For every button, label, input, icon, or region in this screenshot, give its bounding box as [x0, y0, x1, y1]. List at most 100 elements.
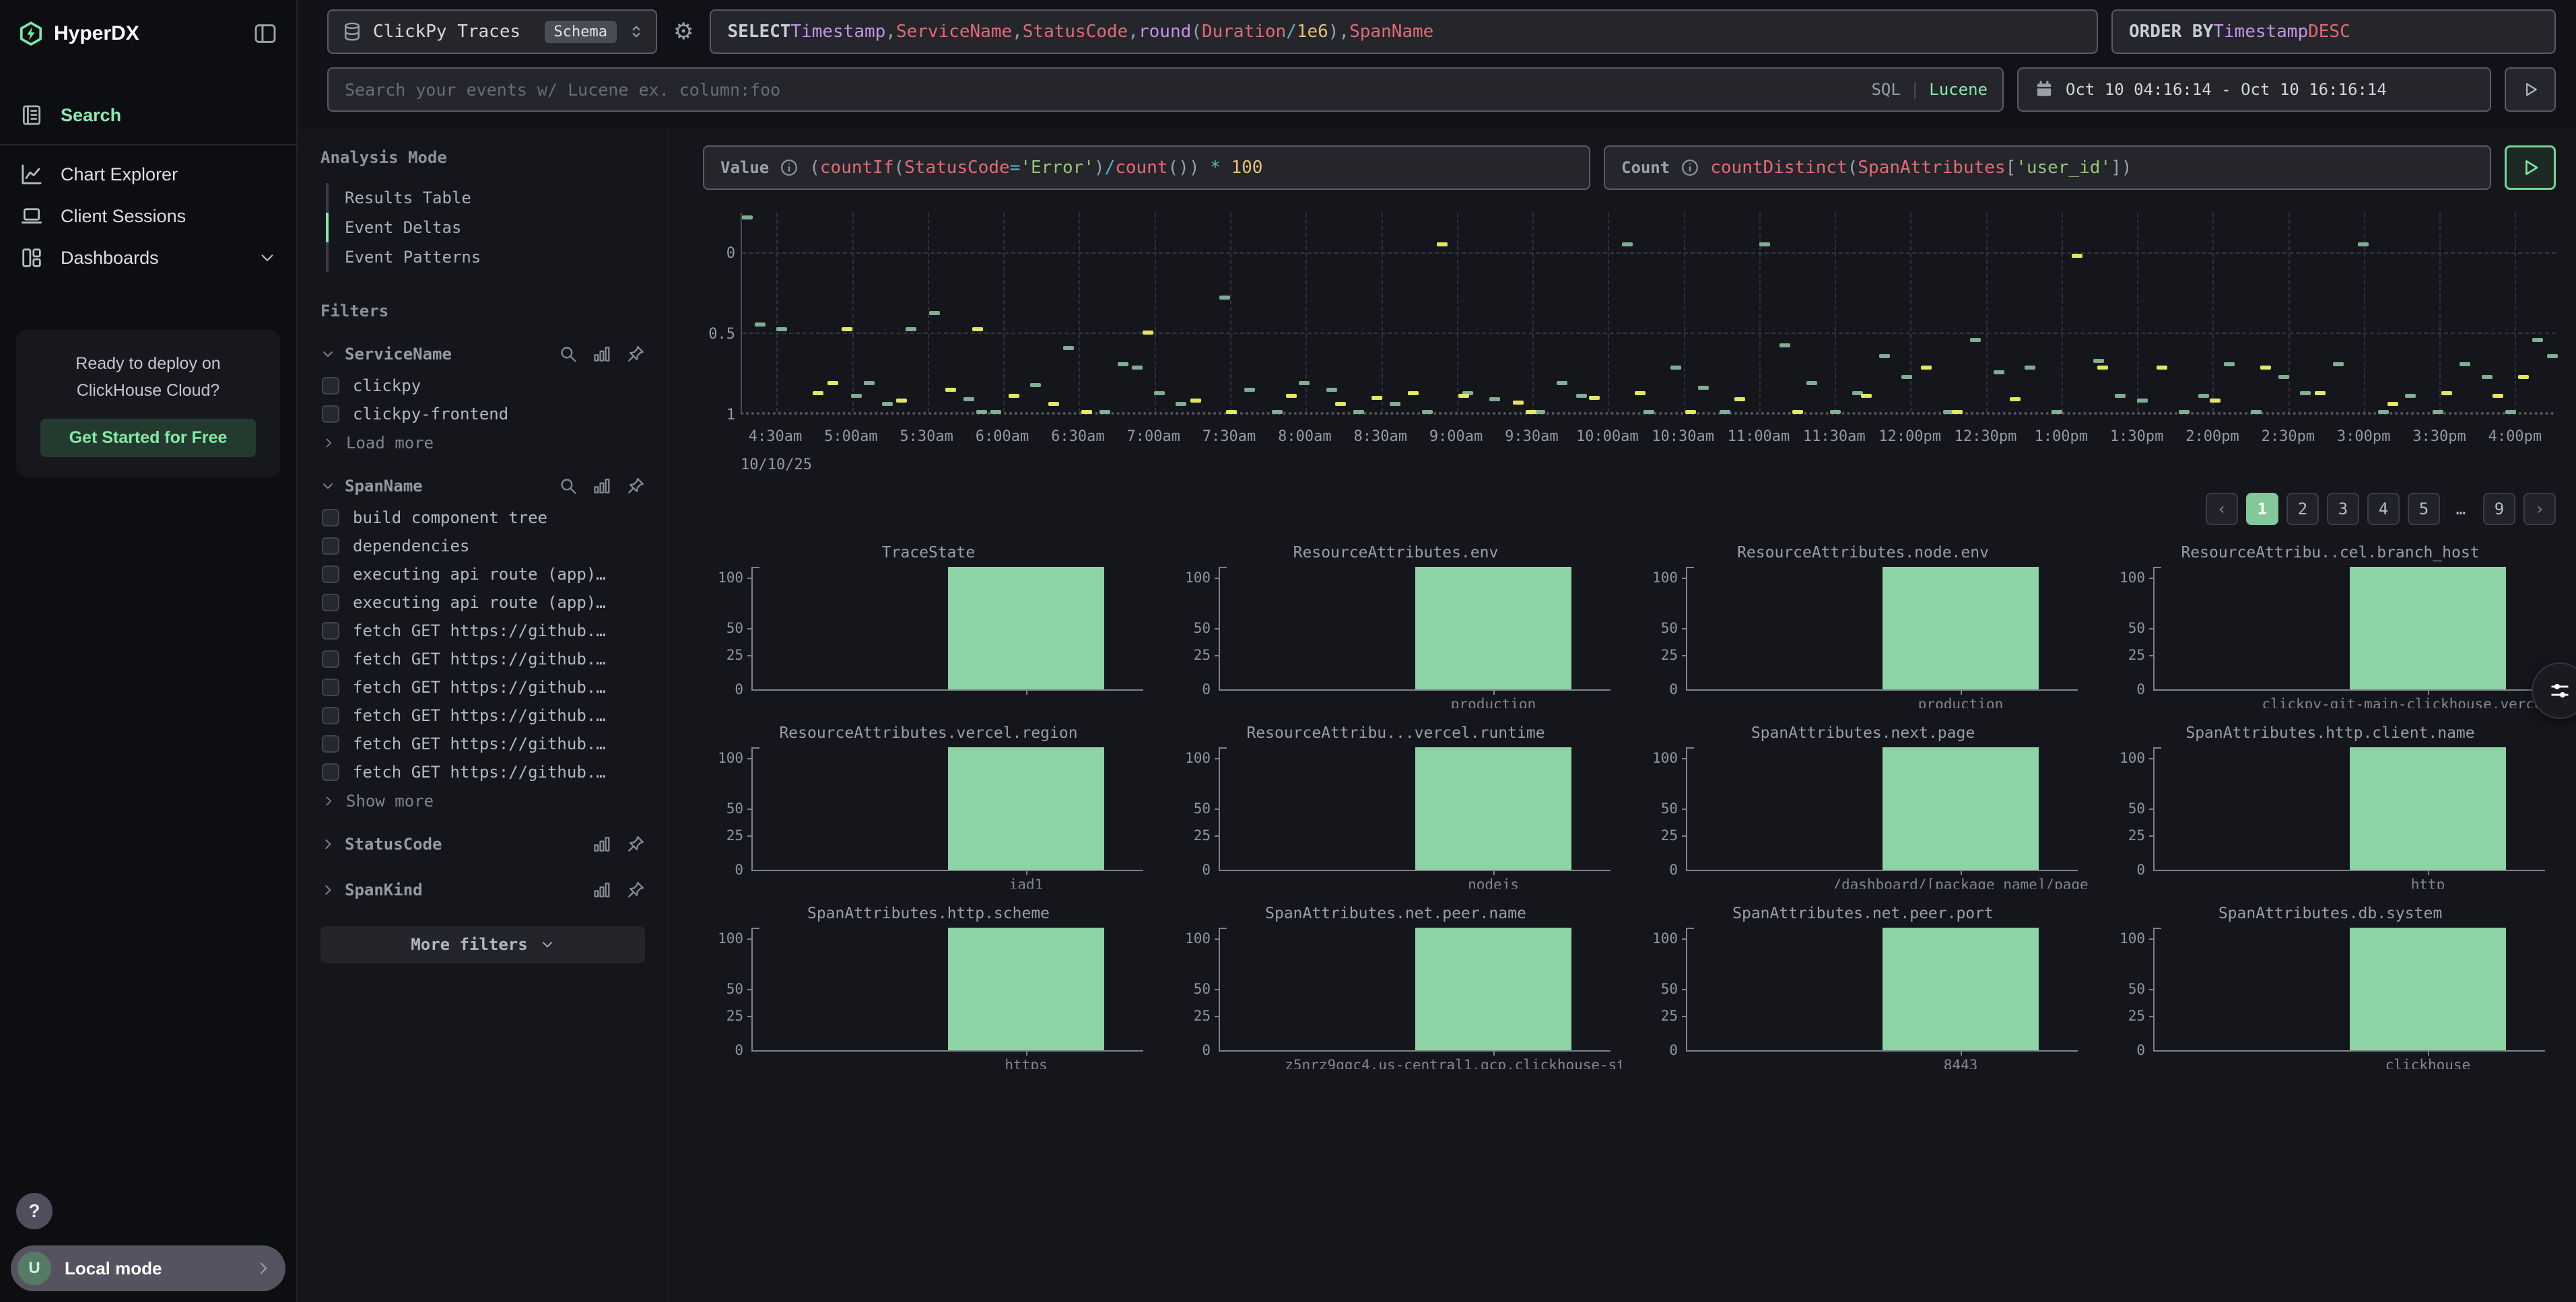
order-by-editor[interactable]: ORDER BY Timestamp DESC [2111, 9, 2556, 54]
page-button-4[interactable]: 4 [2367, 493, 2400, 525]
filter-option[interactable]: dependencies [320, 532, 645, 560]
pin-icon[interactable] [626, 477, 645, 495]
y-tick-label: 50 [1661, 800, 1678, 817]
y-tick-label: 50 [2128, 981, 2145, 997]
data-mark [2518, 375, 2529, 379]
filter-group-header[interactable]: StatusCode [320, 827, 645, 862]
filter-option[interactable]: fetch GET https://github.… [320, 645, 645, 673]
checkbox[interactable] [322, 650, 339, 668]
checkbox[interactable] [322, 707, 339, 724]
count-expression-field[interactable]: Count countDistinct(SpanAttributes['user… [1604, 145, 2491, 190]
account-menu[interactable]: U Local mode [11, 1245, 285, 1291]
bar-chart-icon[interactable] [592, 835, 611, 854]
filter-group-header[interactable]: SpanName [320, 469, 645, 504]
hyperdx-app: HyperDX SearchChart ExplorerClient Sessi… [0, 0, 2576, 1302]
date-range-picker[interactable]: Oct 10 04:16:14 - Oct 10 16:16:14 [2017, 67, 2491, 112]
page-button-5[interactable]: 5 [2408, 493, 2440, 525]
sidebar-collapse-icon[interactable] [253, 22, 277, 46]
checkbox[interactable] [322, 622, 339, 640]
get-started-button[interactable]: Get Started for Free [40, 419, 256, 457]
analysis-mode-event-deltas[interactable]: Event Deltas [326, 213, 645, 242]
more-filters-button[interactable]: More filters [320, 926, 645, 963]
sidebar-item-client-sessions[interactable]: Client Sessions [0, 195, 296, 237]
filter-option[interactable]: fetch GET https://github.… [320, 617, 645, 645]
data-mark [2300, 391, 2311, 395]
chart-plot: 10050250z5nrz9qgc4.us-central1.gcp.click… [1219, 928, 1611, 1052]
y-tick [1215, 835, 1220, 837]
filter-option-label: fetch GET https://github.… [353, 621, 606, 640]
bar-chart-icon[interactable] [592, 881, 611, 899]
page-button-9[interactable]: 9 [2483, 493, 2515, 525]
bar-chart-icon[interactable] [592, 477, 611, 495]
checkbox[interactable] [322, 405, 339, 423]
data-mark [2198, 394, 2209, 398]
y-tick [1215, 809, 1220, 810]
value-expression-field[interactable]: Value (countIf(StatusCode='Error')/count… [703, 145, 1590, 190]
filter-option[interactable]: fetch GET https://github.… [320, 673, 645, 701]
pin-icon[interactable] [626, 881, 645, 899]
search-input[interactable] [327, 67, 2004, 112]
load-more-button[interactable]: Load more [320, 428, 645, 458]
gear-icon[interactable]: ⚙ [671, 18, 696, 45]
filter-option[interactable]: clickpy [320, 372, 645, 400]
chart-plot: 10050250http [2153, 747, 2545, 871]
data-mark [755, 322, 766, 327]
run-query-button[interactable] [2505, 145, 2556, 190]
filter-option[interactable]: fetch GET https://github.… [320, 701, 645, 730]
code-token: SpanAttributes [1858, 158, 2005, 178]
filter-group-header[interactable]: SpanKind [320, 872, 645, 907]
search-icon[interactable] [559, 477, 578, 495]
filter-option-label: fetch GET https://github.… [353, 678, 606, 697]
count-label: Count [1621, 158, 1670, 177]
analysis-mode-event-patterns[interactable]: Event Patterns [326, 242, 645, 272]
filter-option[interactable]: executing api route (app)… [320, 588, 645, 617]
mode-sql[interactable]: SQL [1871, 80, 1900, 99]
checkbox[interactable] [322, 537, 339, 555]
gridline [1003, 213, 1005, 412]
checkbox[interactable] [322, 594, 339, 611]
page-button-2[interactable]: 2 [2286, 493, 2319, 525]
next-page-button[interactable]: › [2523, 493, 2556, 525]
code-token: 'user_id' [2016, 158, 2111, 178]
pin-icon[interactable] [626, 345, 645, 364]
filter-option[interactable]: executing api route (app)… [320, 560, 645, 588]
bar-chart-icon[interactable] [592, 345, 611, 364]
filter-option[interactable]: clickpy-frontend [320, 400, 645, 428]
help-button[interactable]: ? [16, 1193, 53, 1229]
page-button-3[interactable]: 3 [2327, 493, 2359, 525]
nav-label: Search [61, 105, 121, 126]
filter-group-header[interactable]: ServiceName [320, 337, 645, 372]
filter-option[interactable]: fetch GET https://github.… [320, 758, 645, 786]
y-tick [1682, 578, 1687, 579]
chart-title: ResourceAttribu...vercel.runtime [1170, 724, 1621, 745]
pin-icon[interactable] [626, 835, 645, 854]
cloud-promo-card: Ready to deploy on ClickHouse Cloud? Get… [16, 330, 280, 477]
source-select[interactable]: ClickPy Traces Schema [327, 9, 657, 54]
show-more-button[interactable]: Show more [320, 786, 645, 816]
checkbox[interactable] [322, 735, 339, 753]
checkbox[interactable] [322, 763, 339, 781]
filter-option[interactable]: fetch GET https://github.… [320, 730, 645, 758]
data-mark [2482, 375, 2493, 379]
checkbox[interactable] [322, 566, 339, 583]
prev-page-button[interactable]: ‹ [2206, 493, 2238, 525]
data-mark [2278, 375, 2289, 379]
data-mark [1030, 383, 1041, 387]
y-tick [1215, 989, 1220, 990]
search-run-button[interactable] [2505, 67, 2556, 112]
page-button-1[interactable]: 1 [2246, 493, 2278, 525]
data-mark [1780, 343, 1790, 347]
checkbox[interactable] [322, 679, 339, 696]
filter-option[interactable]: build component tree [320, 504, 645, 532]
sidebar-item-search[interactable]: Search [0, 94, 296, 136]
sql-select-editor[interactable]: SELECT Timestamp, ServiceName, StatusCod… [710, 9, 2098, 54]
analysis-mode-results-table[interactable]: Results Table [326, 183, 645, 213]
checkbox[interactable] [322, 377, 339, 395]
sidebar-item-dashboards[interactable]: Dashboards [0, 237, 296, 279]
search-icon[interactable] [559, 345, 578, 364]
checkbox[interactable] [322, 509, 339, 526]
data-mark [2157, 366, 2167, 370]
sidebar-item-chart-explorer[interactable]: Chart Explorer [0, 153, 296, 195]
nav-label: Chart Explorer [61, 164, 178, 185]
mode-lucene[interactable]: Lucene [1929, 80, 1988, 99]
